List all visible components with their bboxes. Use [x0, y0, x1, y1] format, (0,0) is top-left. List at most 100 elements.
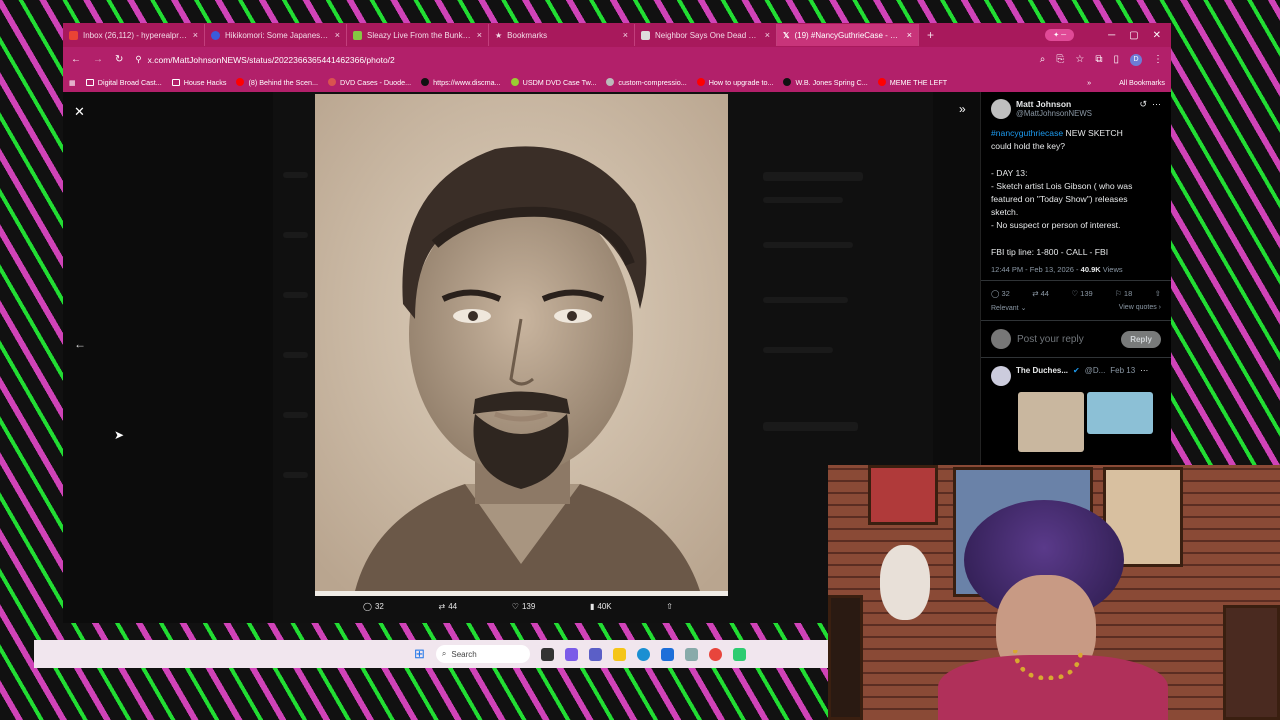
star-icon: ★ [495, 30, 503, 40]
like-stat[interactable]: ♡ 139 [1071, 289, 1092, 298]
rumble-icon [353, 30, 362, 40]
site-info-icon[interactable]: ⚲ [135, 54, 141, 65]
like-action[interactable]: ♡ 139 [512, 602, 536, 611]
edge-icon[interactable] [636, 647, 650, 661]
bookmark-item[interactable]: How to upgrade to... [696, 78, 773, 87]
bookmark-item[interactable]: DVD Cases - Duode... [328, 78, 411, 87]
youtube-icon [236, 78, 245, 86]
new-tab-button[interactable]: + [919, 28, 942, 42]
reload-button[interactable]: ↻ [115, 54, 123, 65]
close-icon[interactable]: × [477, 30, 482, 40]
timestamp[interactable]: 12:44 PM - Feb 13, 2026 - [991, 265, 1079, 274]
install-icon[interactable]: ⎘ [1056, 54, 1064, 65]
site-icon [211, 30, 220, 40]
star-icon[interactable]: ☆ [1075, 54, 1084, 65]
site-icon [606, 78, 615, 86]
avatar[interactable] [991, 366, 1011, 386]
close-icon[interactable]: ✕ [74, 104, 85, 120]
hashtag-link[interactable]: #nancyguthriecase [991, 128, 1063, 138]
x-icon: 𝕏 [783, 30, 790, 40]
extensions-icon[interactable]: ⧉ [1095, 54, 1102, 65]
tab-bookmarks[interactable]: ★ Bookmarks × [489, 24, 635, 46]
app-icon[interactable] [732, 647, 746, 661]
site-icon [877, 78, 886, 86]
task-view-icon[interactable] [540, 647, 554, 661]
bookmark-item[interactable]: (8) Behind the Scen... [236, 78, 318, 87]
share-icon[interactable]: ⇧ [1155, 289, 1161, 298]
reply-image-photo[interactable] [1087, 392, 1153, 434]
address-bar[interactable]: ⚲ x.com/MattJohnsonNEWS/status/202236636… [135, 54, 1027, 65]
avatar [991, 329, 1011, 349]
tab-neighbor[interactable]: Neighbor Says One Dead and T... × [635, 24, 777, 46]
bookmark-item[interactable]: https://www.discma... [421, 78, 501, 87]
close-icon[interactable]: × [193, 30, 198, 40]
apps-icon[interactable]: ▦ [69, 78, 76, 87]
bookmark-item[interactable]: custom-compressio... [606, 78, 687, 87]
tab-hikikomori[interactable]: Hikikomori: Some Japanese Fil... × [205, 24, 347, 46]
copilot-icon[interactable] [564, 647, 578, 661]
minimize-button[interactable]: ─ [1108, 30, 1115, 41]
chrome-icon[interactable] [708, 647, 722, 661]
bookmarks-bar: ▦ Digital Broad Cast... House Hacks (8) … [63, 72, 1171, 92]
reply-button[interactable]: Reply [1121, 330, 1161, 348]
desktop-background: Inbox (26,112) - hyperealprodu... × Hikik… [0, 0, 1280, 720]
reply-author-name[interactable]: The Duches... [1016, 366, 1068, 386]
author-name[interactable]: Matt Johnson [1016, 99, 1134, 109]
repost-stat[interactable]: ⇄ 44 [1032, 289, 1049, 298]
tab-sleazy[interactable]: Sleazy Live From the Bunker 2/... × [347, 24, 489, 46]
tweet-line [991, 153, 1161, 166]
profile-pill[interactable]: ✦ ─ [1045, 29, 1075, 41]
more-icon[interactable]: ⋯ [1140, 366, 1148, 386]
share-action[interactable]: ⇧ [666, 602, 673, 611]
file-explorer-icon[interactable] [612, 647, 626, 661]
reply-image-sketch[interactable] [1018, 392, 1084, 452]
store-icon[interactable] [660, 647, 674, 661]
site-icon [421, 78, 430, 86]
author-handle[interactable]: @MattJohnsonNEWS [1016, 109, 1134, 118]
reply-action[interactable]: ◯ 32 [363, 602, 384, 611]
reply-stat[interactable]: ◯ 32 [991, 289, 1010, 298]
close-window-button[interactable]: ✕ [1153, 30, 1161, 41]
bookmark-item[interactable]: USDM DVD Case Tw... [510, 78, 596, 87]
sidebar-icon[interactable]: ▯ [1113, 54, 1119, 65]
taskbar-search[interactable]: ⌕ Search [435, 645, 530, 663]
bookmark-item[interactable]: W.B. Jones Spring C... [783, 78, 868, 87]
close-icon[interactable]: × [907, 30, 912, 40]
settings-icon[interactable] [684, 647, 698, 661]
sort-dropdown[interactable]: Relevant ⌄ [991, 304, 1026, 312]
avatar[interactable] [991, 99, 1011, 119]
reply-tweet[interactable]: The Duches... ✔ @D... Feb 13 ⋯ [981, 358, 1171, 386]
bookmark-stat[interactable]: ⚐ 18 [1115, 289, 1132, 298]
menu-icon[interactable]: ⋮ [1153, 54, 1163, 65]
close-icon[interactable]: × [335, 30, 340, 40]
news-icon [641, 30, 650, 40]
maximize-button[interactable]: ▢ [1129, 30, 1138, 41]
bookmark-count: 18 [1123, 289, 1133, 298]
close-icon[interactable]: × [765, 30, 770, 40]
all-bookmarks-button[interactable]: » All Bookmarks [1087, 78, 1165, 87]
view-quotes-link[interactable]: View quotes › [1119, 304, 1161, 312]
reply-input[interactable]: Post your reply [1017, 334, 1115, 345]
collapse-sidebar-icon[interactable]: » [959, 102, 966, 116]
views-action[interactable]: ▮ 40K [590, 602, 612, 611]
bookmark-item[interactable]: House Hacks [171, 78, 226, 87]
grok-icon[interactable]: ↺ [1139, 99, 1147, 110]
tab-gmail[interactable]: Inbox (26,112) - hyperealprodu... × [63, 24, 205, 46]
reply-count: 32 [1001, 289, 1010, 298]
search-icon[interactable]: ⌕ [1040, 54, 1046, 65]
back-button[interactable]: ← [71, 54, 81, 65]
previous-photo-arrow[interactable]: ← [74, 337, 86, 351]
share-icon: ⇧ [666, 602, 673, 611]
close-icon[interactable]: × [623, 30, 628, 40]
teams-icon[interactable] [588, 647, 602, 661]
bookmark-item[interactable]: Digital Broad Cast... [85, 78, 162, 87]
tab-nancy-guthrie[interactable]: 𝕏 (19) #NancyGuthrieCase - Sear... × [777, 24, 919, 46]
start-button[interactable]: ⊞ [414, 646, 425, 662]
profile-avatar[interactable]: D [1130, 53, 1142, 66]
repost-action[interactable]: ⇄ 44 [439, 602, 458, 611]
more-icon[interactable]: ⋯ [1152, 99, 1161, 110]
tweet-header: Matt Johnson @MattJohnsonNEWS ↺ ⋯ [981, 92, 1171, 119]
forward-button[interactable]: → [93, 54, 103, 65]
bookmark-item[interactable]: MEME THE LEFT [877, 78, 947, 87]
tweet-stats: ◯ 32 ⇄ 44 ♡ 139 ⚐ 18 ⇧ [981, 281, 1171, 302]
